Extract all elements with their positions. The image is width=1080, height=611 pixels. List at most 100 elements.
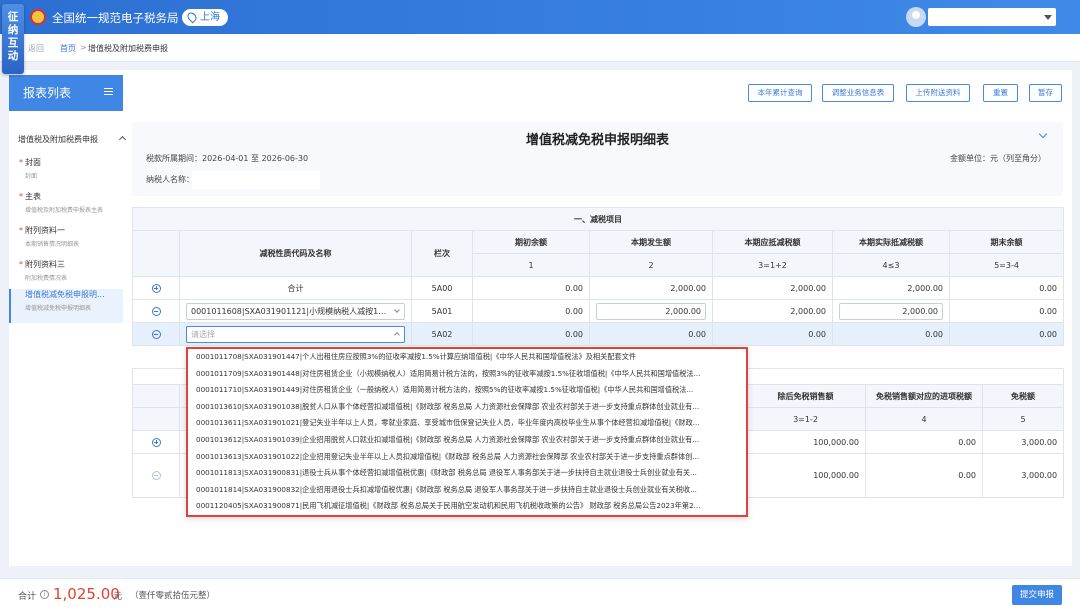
code-select-value: 0001011608|SXA031901121|小规模纳税人减按1%征... <box>191 306 402 316</box>
current-amount-input[interactable]: 2,000.00 <box>596 302 706 320</box>
dropdown-option[interactable]: 0001011814|SXA031900832|企业招用退役士兵扣减增值税优惠|… <box>188 482 746 499</box>
info-icon[interactable]: i <box>40 590 49 599</box>
sidebar-item-text: 主表 <box>25 192 41 201</box>
op-cell <box>132 430 180 454</box>
user-select[interactable] <box>928 8 1056 26</box>
cell-value: 2,000.00 <box>589 276 713 300</box>
remove-row-icon[interactable] <box>151 306 161 316</box>
form-header: 增值税减免税申报明细表 税款所属期间：2026-04-01 至 2026-06-… <box>132 122 1063 196</box>
dropdown-option[interactable]: 0001013611|SXA031901021|登记失业半年以上人员，零就业家庭… <box>188 415 746 432</box>
sidebar-item-label: * 封面 <box>19 157 123 168</box>
code-select[interactable]: 0001011608|SXA031901121|小规模纳税人减按1%征... <box>186 302 405 320</box>
sidebar-item-sub: 本期销售情况明细表 <box>25 241 80 248</box>
submit-button[interactable]: 提交申报 <box>1012 585 1062 605</box>
dropdown-option[interactable]: 0001013613|SXA031901022|企业招用登记失业半年以上人员扣减… <box>188 449 746 466</box>
col-actual: 本期实际抵减税额 <box>832 230 950 254</box>
required-mark: * <box>19 226 23 235</box>
input-cell: 2,000.00 <box>832 299 950 323</box>
dropdown-option[interactable]: 0001011710|SXA031901449|对住房租赁企业（一般纳税人）适用… <box>188 382 746 399</box>
breadcrumb-current: 增值税及附加税费申报 <box>88 44 168 53</box>
breadcrumb: 返回 首页 > 增值税及附加税费申报 <box>0 34 1080 62</box>
upload-attachments-button[interactable]: 上传附送资料 <box>906 84 970 102</box>
dropdown-option[interactable]: 0001011813|SXA031900831|退役士兵从事个体经营扣减增值税优… <box>188 465 746 482</box>
total-amount: 1,025.00 <box>53 585 120 603</box>
back-link[interactable]: 返回 <box>28 43 44 54</box>
table-row: 合计 5A00 0.00 2,000.00 2,000.00 2,000.00 … <box>132 276 1064 300</box>
cell-value: 100,000.00 <box>745 453 866 498</box>
user-avatar-icon[interactable] <box>906 7 926 27</box>
save-draft-button[interactable]: 暂存 <box>1029 84 1062 102</box>
sidebar-group-label: 增值税及附加税费申报 <box>18 135 98 144</box>
table-row: 请选择 5A02 0.00 0.00 0.00 0.00 0.00 <box>132 322 1064 346</box>
col-index: 4 <box>865 407 983 431</box>
col-exempt-amount: 免税额 <box>981 384 1065 408</box>
form-title: 增值税减免税申报明细表 <box>525 133 669 148</box>
cell-value: 0.00 <box>712 322 833 346</box>
menu-icon[interactable] <box>104 88 113 95</box>
dropdown-option[interactable]: 0001120405|SXA031900871|民用飞机减征增值税|《财政部 税… <box>188 498 746 515</box>
col-code: 减税性质代码及名称 <box>179 230 412 277</box>
cell-value: 0.00 <box>472 322 590 346</box>
actual-deduction-input[interactable]: 2,000.00 <box>839 302 943 320</box>
sidebar-item-vat-relief[interactable]: 增值税减免税申报明... 增值税减免税申报明细表 <box>9 289 123 323</box>
sidebar-item-cover[interactable]: * 封面 封面 <box>9 157 123 191</box>
col-deductible: 本期应抵减税额 <box>712 230 833 254</box>
cell-value: 0.00 <box>472 276 590 300</box>
cell-value: 0.00 <box>949 276 1064 300</box>
dropdown-option[interactable]: 0001013612|SXA031901039|企业招用脱贫人口就业扣减增值税|… <box>188 432 746 449</box>
row-line: 5A01 <box>411 299 473 323</box>
sidebar-group[interactable]: 增值税及附加税费申报 <box>18 134 127 145</box>
adjust-info-button[interactable]: 调整业务信息表 <box>822 84 894 102</box>
op-cell <box>132 453 180 498</box>
remove-row-icon[interactable] <box>151 329 161 339</box>
sidebar-item-label: * 附列资料三 <box>19 259 123 270</box>
table-row: 0001011608|SXA031901121|小规模纳税人减按1%征... 5… <box>132 299 1064 323</box>
col-index: 5 <box>981 407 1065 431</box>
cell-value: 2,000.00 <box>832 276 950 300</box>
sidebar-item-schedule-3[interactable]: * 附列资料三 附加税费情况表 <box>9 259 123 293</box>
row-line: 5A00 <box>411 276 473 300</box>
city-selector[interactable]: 上海 <box>182 9 228 26</box>
op-cell <box>132 276 180 300</box>
home-link[interactable]: 首页 <box>60 43 76 54</box>
add-row-icon[interactable] <box>151 437 161 447</box>
cell-value: 0.00 <box>865 453 983 498</box>
city-label: 上海 <box>200 12 220 23</box>
cell-value: 2,000.00 <box>712 276 833 300</box>
taxpayer-name-field <box>192 171 320 189</box>
taxpayer-label: 纳税人名称： <box>146 175 194 184</box>
remove-row-icon[interactable] <box>151 471 161 480</box>
tax-emblem-icon <box>30 9 46 25</box>
col-line: 栏次 <box>411 230 473 277</box>
input-cell: 2,000.00 <box>589 299 713 323</box>
col-blank <box>132 407 180 431</box>
add-row-icon[interactable] <box>151 283 161 293</box>
total-label: 合计 <box>18 592 37 602</box>
amount-unit: 金额单位：元（列至角分） <box>950 154 1046 163</box>
sidebar-item-label: * 主表 <box>19 191 123 202</box>
sidebar-item-main[interactable]: * 主表 增值税及附加税费申报表主表 <box>9 191 123 225</box>
col-blank <box>132 384 180 408</box>
code-dropdown-list: 0001011708|SXA031901447|个人出租住房应按照3%的征收率减… <box>186 347 748 517</box>
cell-value: 0.00 <box>949 299 1064 323</box>
sidebar-item-schedule-1[interactable]: * 附列资料一 本期销售情况明细表 <box>9 225 123 259</box>
cell-value: 100,000.00 <box>745 430 866 454</box>
cell-value: 3,000.00 <box>981 453 1065 498</box>
row-line: 5A02 <box>411 322 473 346</box>
annual-query-button[interactable]: 本年累计查询 <box>748 84 812 102</box>
col-closing: 期末余额 <box>949 230 1064 254</box>
code-select-open[interactable]: 请选择 <box>186 325 405 343</box>
cell-value: 0.00 <box>832 322 950 346</box>
col-index: 4≤3 <box>832 253 950 277</box>
dropdown-option[interactable]: 0001011708|SXA031901447|个人出租住房应按照3%的征收率减… <box>188 349 746 366</box>
cell-value: 0.00 <box>589 322 713 346</box>
dropdown-option[interactable]: 0001011709|SXA031901448|对住房租赁企业（小规模纳税人）适… <box>188 366 746 383</box>
dropdown-option[interactable]: 0001013610|SXA031901038|脱贫人口从事个体经营扣减增值税|… <box>188 399 746 416</box>
chevron-up-icon <box>394 331 400 338</box>
interaction-tag[interactable]: 征 纳 互 动 <box>2 4 24 74</box>
side-tag-char: 互 <box>7 37 19 49</box>
col-opening: 期初余额 <box>472 230 590 254</box>
sidebar-item-text: 附列资料三 <box>25 260 65 269</box>
reset-button[interactable]: 重置 <box>983 84 1018 102</box>
cell-value: 0.00 <box>472 299 590 323</box>
